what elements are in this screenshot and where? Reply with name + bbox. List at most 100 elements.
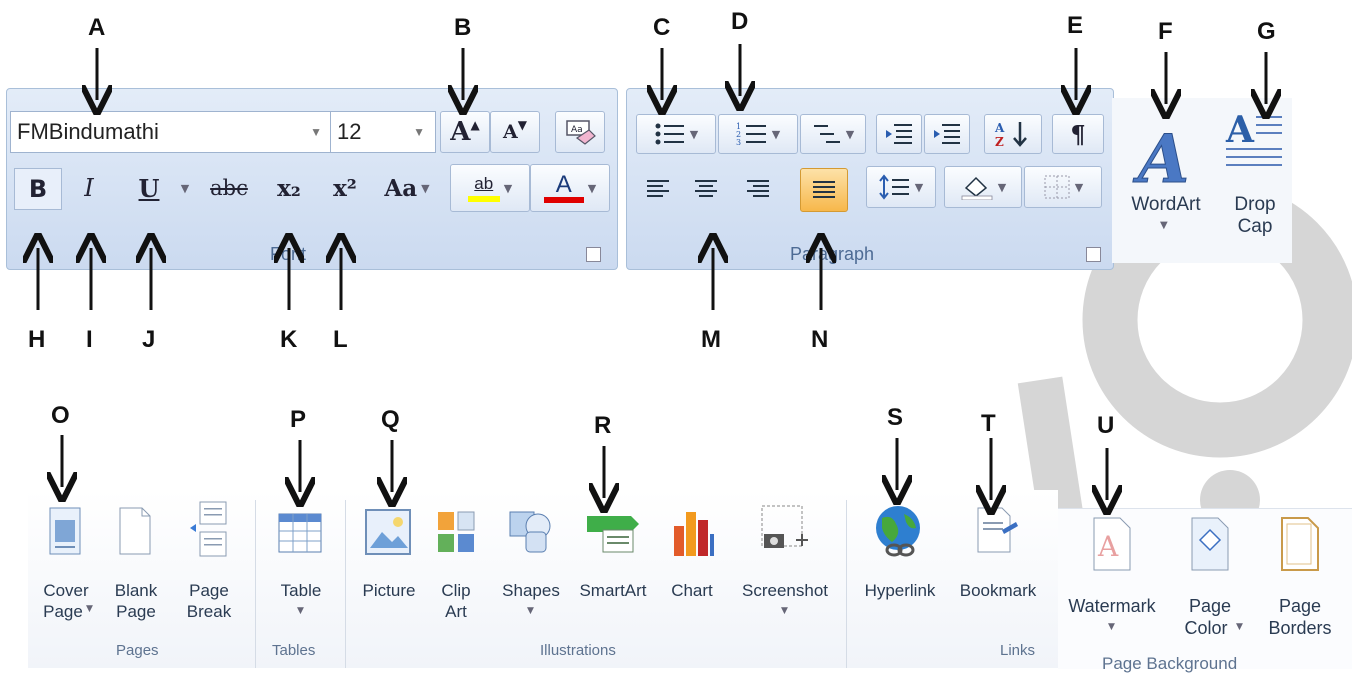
- page-borders-icon: [1281, 517, 1319, 571]
- dialog-launcher-icon[interactable]: [586, 247, 601, 262]
- shading-button[interactable]: ▼: [944, 166, 1022, 208]
- chevron-down-icon: ▼: [1160, 220, 1168, 231]
- superscript-button[interactable]: x²: [322, 168, 368, 208]
- page-break-button[interactable]: Page Break: [176, 500, 242, 630]
- chevron-down-icon: ▼: [297, 606, 304, 616]
- globe-link-icon: [876, 506, 920, 557]
- font-name-field[interactable]: FMBindumathi ▼: [10, 111, 333, 153]
- bullets-button[interactable]: ▼: [636, 114, 716, 154]
- page-break-label-2: Break: [186, 602, 232, 621]
- clip-art-icon: [438, 511, 475, 552]
- picture-button[interactable]: Picture: [352, 500, 426, 630]
- table-button[interactable]: Table ▼: [266, 500, 336, 630]
- bold-button[interactable]: B: [14, 168, 62, 210]
- decrease-indent-icon: [886, 124, 912, 144]
- highlight-button[interactable]: ab ▼: [450, 164, 530, 212]
- numbering-button[interactable]: 1 2 3 ▼: [718, 114, 798, 154]
- svg-text:A: A: [1225, 109, 1255, 151]
- font-color-button[interactable]: A ▼: [530, 164, 610, 212]
- blank-page-label-2: Page: [116, 602, 156, 621]
- strikethrough-button[interactable]: abc: [200, 168, 258, 208]
- grow-font-button[interactable]: A ▲: [440, 111, 490, 153]
- callout-C: C: [653, 14, 671, 41]
- smartart-button[interactable]: SmartArt: [570, 500, 656, 630]
- screenshot-button[interactable]: Screenshot ▼: [730, 500, 840, 630]
- line-spacing-button[interactable]: ▼: [866, 166, 936, 208]
- bookmark-icon: [977, 507, 1018, 553]
- underline-dropdown[interactable]: ▼: [176, 176, 194, 200]
- decrease-indent-button[interactable]: [876, 114, 922, 154]
- bullets-icon: [655, 123, 684, 145]
- justify-button[interactable]: [800, 168, 848, 212]
- superscript-icon: x²: [333, 174, 357, 202]
- tables-group-label: Tables: [272, 642, 316, 659]
- watermark-label: Watermark: [1068, 596, 1156, 616]
- chevron-down-icon: ▼: [527, 606, 534, 616]
- shapes-icon: [509, 511, 551, 553]
- font-color-bar: [543, 197, 584, 203]
- italic-button[interactable]: I: [66, 168, 112, 208]
- page-color-label-2: Color: [1184, 618, 1228, 638]
- callout-K: K: [280, 326, 298, 353]
- dialog-launcher-icon[interactable]: [1086, 247, 1101, 262]
- increase-indent-button[interactable]: [924, 114, 970, 154]
- callout-O: O: [51, 402, 70, 429]
- chart-icon: [674, 512, 714, 556]
- grow-font-icon: A: [450, 117, 471, 147]
- align-center-button[interactable]: [686, 170, 726, 208]
- clip-art-button[interactable]: Clip Art: [428, 500, 484, 630]
- italic-icon: I: [84, 174, 94, 202]
- chevron-down-icon[interactable]: ▼: [413, 112, 425, 152]
- bold-icon: B: [28, 175, 48, 203]
- svg-text:A: A: [1097, 530, 1119, 563]
- align-right-button[interactable]: [738, 170, 778, 208]
- callout-A: A: [88, 14, 106, 41]
- chart-button[interactable]: Chart: [662, 500, 722, 630]
- paragraph-group-label: Paragraph: [790, 244, 875, 264]
- font-size-field[interactable]: 12 ▼: [330, 111, 436, 153]
- font-color-icon: A: [555, 171, 572, 198]
- watermark-button[interactable]: A Watermark ▼: [1058, 512, 1166, 662]
- page-color-button[interactable]: Page Color ▼: [1170, 512, 1250, 662]
- clip-art-label-2: Art: [445, 602, 467, 621]
- show-marks-button[interactable]: ¶: [1052, 114, 1104, 154]
- wordart-button[interactable]: A WordArt ▼: [1116, 104, 1216, 254]
- sort-icon: AZ: [994, 121, 1027, 149]
- shrink-font-icon: A: [503, 121, 518, 143]
- subscript-button[interactable]: x₂: [266, 168, 312, 208]
- group-divider: [846, 500, 847, 668]
- sort-button[interactable]: AZ: [984, 114, 1042, 154]
- change-case-icon: Aa: [384, 174, 418, 202]
- justify-icon: [813, 181, 835, 198]
- font-group-label: Font: [270, 244, 307, 264]
- paint-bucket-icon: [961, 176, 993, 200]
- callout-G: G: [1257, 18, 1276, 45]
- drop-cap-button[interactable]: A Drop Cap: [1220, 104, 1290, 254]
- bookmark-button[interactable]: Bookmark: [950, 500, 1046, 630]
- blank-page-button[interactable]: Blank Page: [106, 500, 166, 630]
- chevron-down-icon[interactable]: ▼: [310, 112, 322, 152]
- smartart-label: SmartArt: [579, 581, 647, 600]
- pages-group-label: Pages: [116, 642, 159, 659]
- align-right-icon: [747, 180, 769, 197]
- multilevel-list-button[interactable]: ▼: [800, 114, 866, 154]
- picture-icon: [365, 509, 411, 555]
- align-left-button[interactable]: [638, 170, 678, 208]
- blank-page-label-1: Blank: [114, 581, 158, 600]
- callout-Q: Q: [381, 406, 400, 433]
- shapes-button[interactable]: Shapes ▼: [496, 500, 566, 630]
- change-case-button[interactable]: Aa ▼: [376, 168, 438, 208]
- underline-button[interactable]: U: [126, 168, 172, 208]
- page-borders-button[interactable]: Page Borders: [1252, 512, 1348, 662]
- callout-B: B: [454, 14, 472, 41]
- hyperlink-button[interactable]: Hyperlink: [852, 500, 948, 630]
- cover-page-icon: [49, 507, 81, 555]
- shrink-font-button[interactable]: A ▼: [490, 111, 540, 153]
- page-background-label: Page Background: [1102, 654, 1238, 673]
- cover-page-button[interactable]: Cover Page ▼: [36, 500, 96, 630]
- callout-H: H: [28, 326, 46, 353]
- clear-formatting-button[interactable]: Aa: [555, 111, 605, 153]
- callout-L: L: [333, 326, 348, 353]
- borders-button[interactable]: ▼: [1024, 166, 1102, 208]
- callout-U: U: [1097, 412, 1115, 439]
